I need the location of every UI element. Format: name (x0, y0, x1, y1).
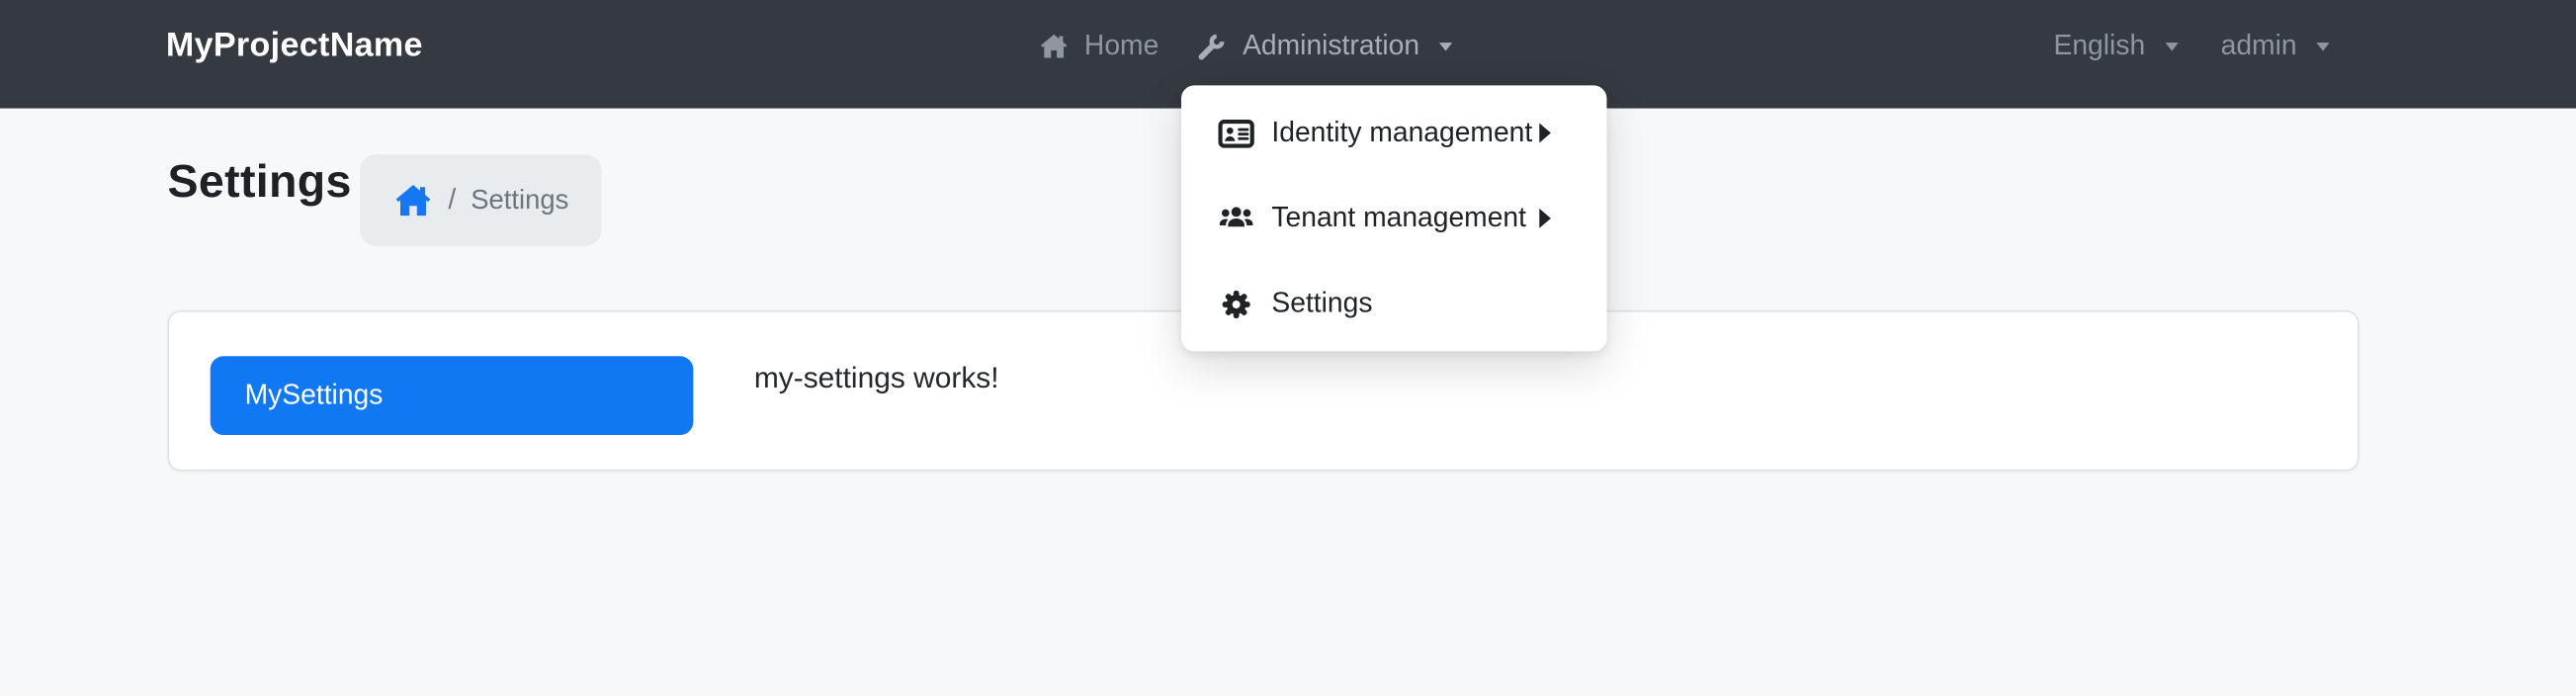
page-title: Settings (168, 156, 352, 209)
chevron-down-icon (2165, 42, 2178, 49)
navbar-right: English admin (2054, 0, 2330, 92)
nav-item-label: Administration (1243, 30, 1419, 62)
language-label: English (2054, 30, 2146, 62)
main-nav: Home Administration (1038, 0, 1452, 92)
menu-item-label: Tenant management (1271, 202, 1526, 234)
users-icon (1218, 200, 1255, 237)
caret-right-icon (1539, 209, 1551, 228)
username-label: admin (2221, 30, 2297, 62)
settings-content-text: my-settings works! (754, 361, 999, 395)
chevron-down-icon (2317, 42, 2330, 49)
navbar-inner: MyProjectName Home Administration (0, 0, 2576, 92)
breadcrumb: / Settings (360, 154, 601, 246)
menu-item-label: Identity management (1271, 117, 1532, 149)
administration-dropdown-menu: Identity management Tenant management Sett… (1181, 85, 1606, 351)
user-dropdown[interactable]: admin (2221, 30, 2330, 62)
tab-mysettings[interactable]: MySettings (211, 356, 694, 435)
home-icon (1038, 31, 1070, 62)
caret-right-icon (1539, 124, 1551, 143)
gear-icon (1218, 285, 1255, 322)
nav-item-administration[interactable]: Administration (1197, 30, 1453, 62)
menu-item-identity-management[interactable]: Identity management (1181, 97, 1606, 169)
brand-link[interactable]: MyProjectName (166, 0, 423, 92)
menu-item-tenant-management[interactable]: Tenant management (1181, 182, 1606, 254)
id-card-icon (1218, 114, 1255, 151)
nav-item-home[interactable]: Home (1038, 30, 1159, 62)
breadcrumb-separator: / (448, 184, 456, 217)
breadcrumb-current: Settings (471, 185, 568, 217)
wrench-icon (1197, 31, 1229, 62)
nav-item-label: Home (1084, 30, 1159, 62)
chevron-down-icon (1439, 42, 1452, 49)
language-dropdown[interactable]: English (2054, 30, 2179, 62)
menu-item-settings[interactable]: Settings (1181, 268, 1606, 340)
home-icon[interactable] (392, 180, 434, 221)
app-window: MyProjectName Home Administration (0, 0, 2576, 696)
menu-item-label: Settings (1271, 288, 1372, 320)
